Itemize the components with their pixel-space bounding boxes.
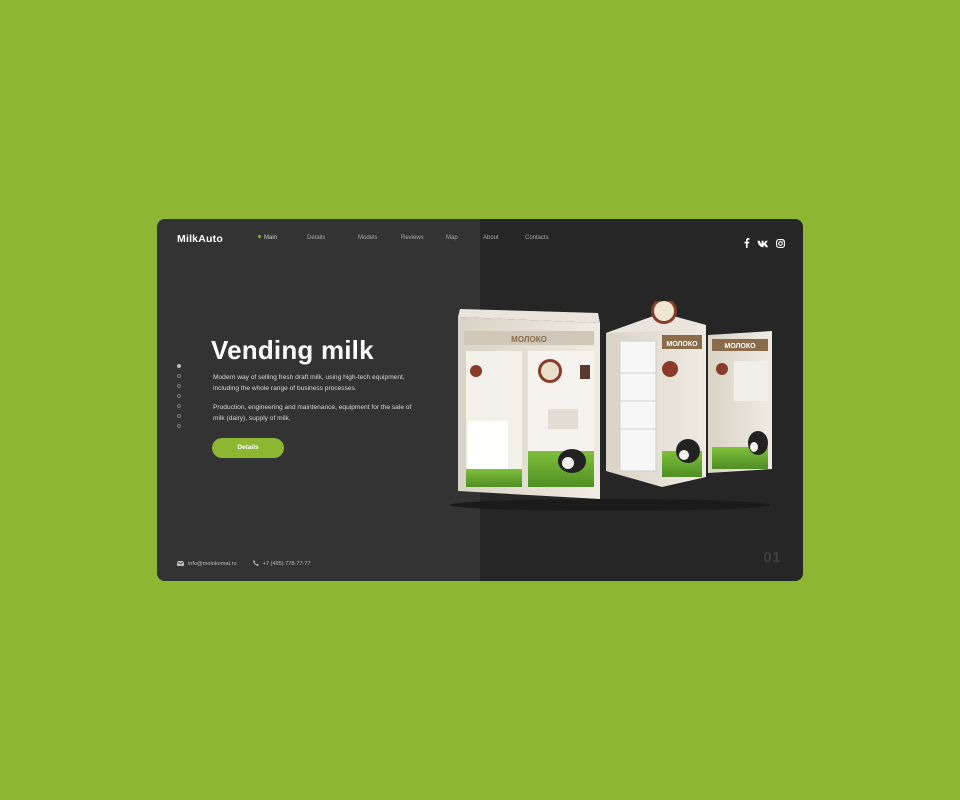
phone-icon xyxy=(252,560,259,568)
nav-item-reviews[interactable]: Reviews xyxy=(401,235,424,241)
nav-item-main[interactable]: Main xyxy=(258,234,277,241)
slider-dot[interactable] xyxy=(177,374,181,378)
logo[interactable]: MilkAuto xyxy=(177,233,223,245)
slider-dot[interactable] xyxy=(177,384,181,388)
slider-dot[interactable] xyxy=(177,394,181,398)
nav-item-models[interactable]: Models xyxy=(358,235,377,241)
slider-dot[interactable] xyxy=(177,424,181,428)
slide-number: 01 xyxy=(763,549,781,566)
vending-machines-image: МОЛОКО МОЛОКО МОЛОКО xyxy=(450,301,772,511)
slider-dot[interactable] xyxy=(177,404,181,408)
mail-icon xyxy=(176,560,185,568)
active-dot-icon xyxy=(258,234,261,238)
footer-contacts: info@molokomat.ru +7 (495) 778-77-77 xyxy=(176,560,311,568)
center-machine-label: МОЛОКО xyxy=(666,341,698,348)
details-button[interactable]: Details xyxy=(212,438,284,458)
nav-item-details[interactable]: Details xyxy=(307,235,325,241)
phone-link[interactable]: +7 (495) 778-77-77 xyxy=(252,560,311,568)
left-panel xyxy=(157,219,480,581)
email-link[interactable]: info@molokomat.ru xyxy=(176,560,237,568)
hero-description-secondary: Production, engineering and maintenance,… xyxy=(213,404,412,422)
hero-description: Modern way of selling fresh draft milk, … xyxy=(213,374,405,392)
instagram-icon[interactable] xyxy=(776,235,785,253)
nav-item-contacts[interactable]: Contacts xyxy=(525,235,549,241)
hero-card: MilkAuto Main Details Models Reviews Map… xyxy=(157,219,803,581)
social-links xyxy=(743,235,785,253)
right-machine-label: МОЛОКО xyxy=(724,343,756,350)
left-machine-label: МОЛОКО xyxy=(511,335,547,344)
hero-title: Vending milk xyxy=(211,335,374,365)
nav-item-about[interactable]: About xyxy=(483,235,499,241)
slider-dots xyxy=(177,364,181,428)
slider-dot[interactable] xyxy=(177,364,181,368)
slider-dot[interactable] xyxy=(177,414,181,418)
facebook-icon[interactable] xyxy=(743,235,750,253)
nav-item-map[interactable]: Map xyxy=(446,235,458,241)
vk-icon[interactable] xyxy=(757,235,769,253)
